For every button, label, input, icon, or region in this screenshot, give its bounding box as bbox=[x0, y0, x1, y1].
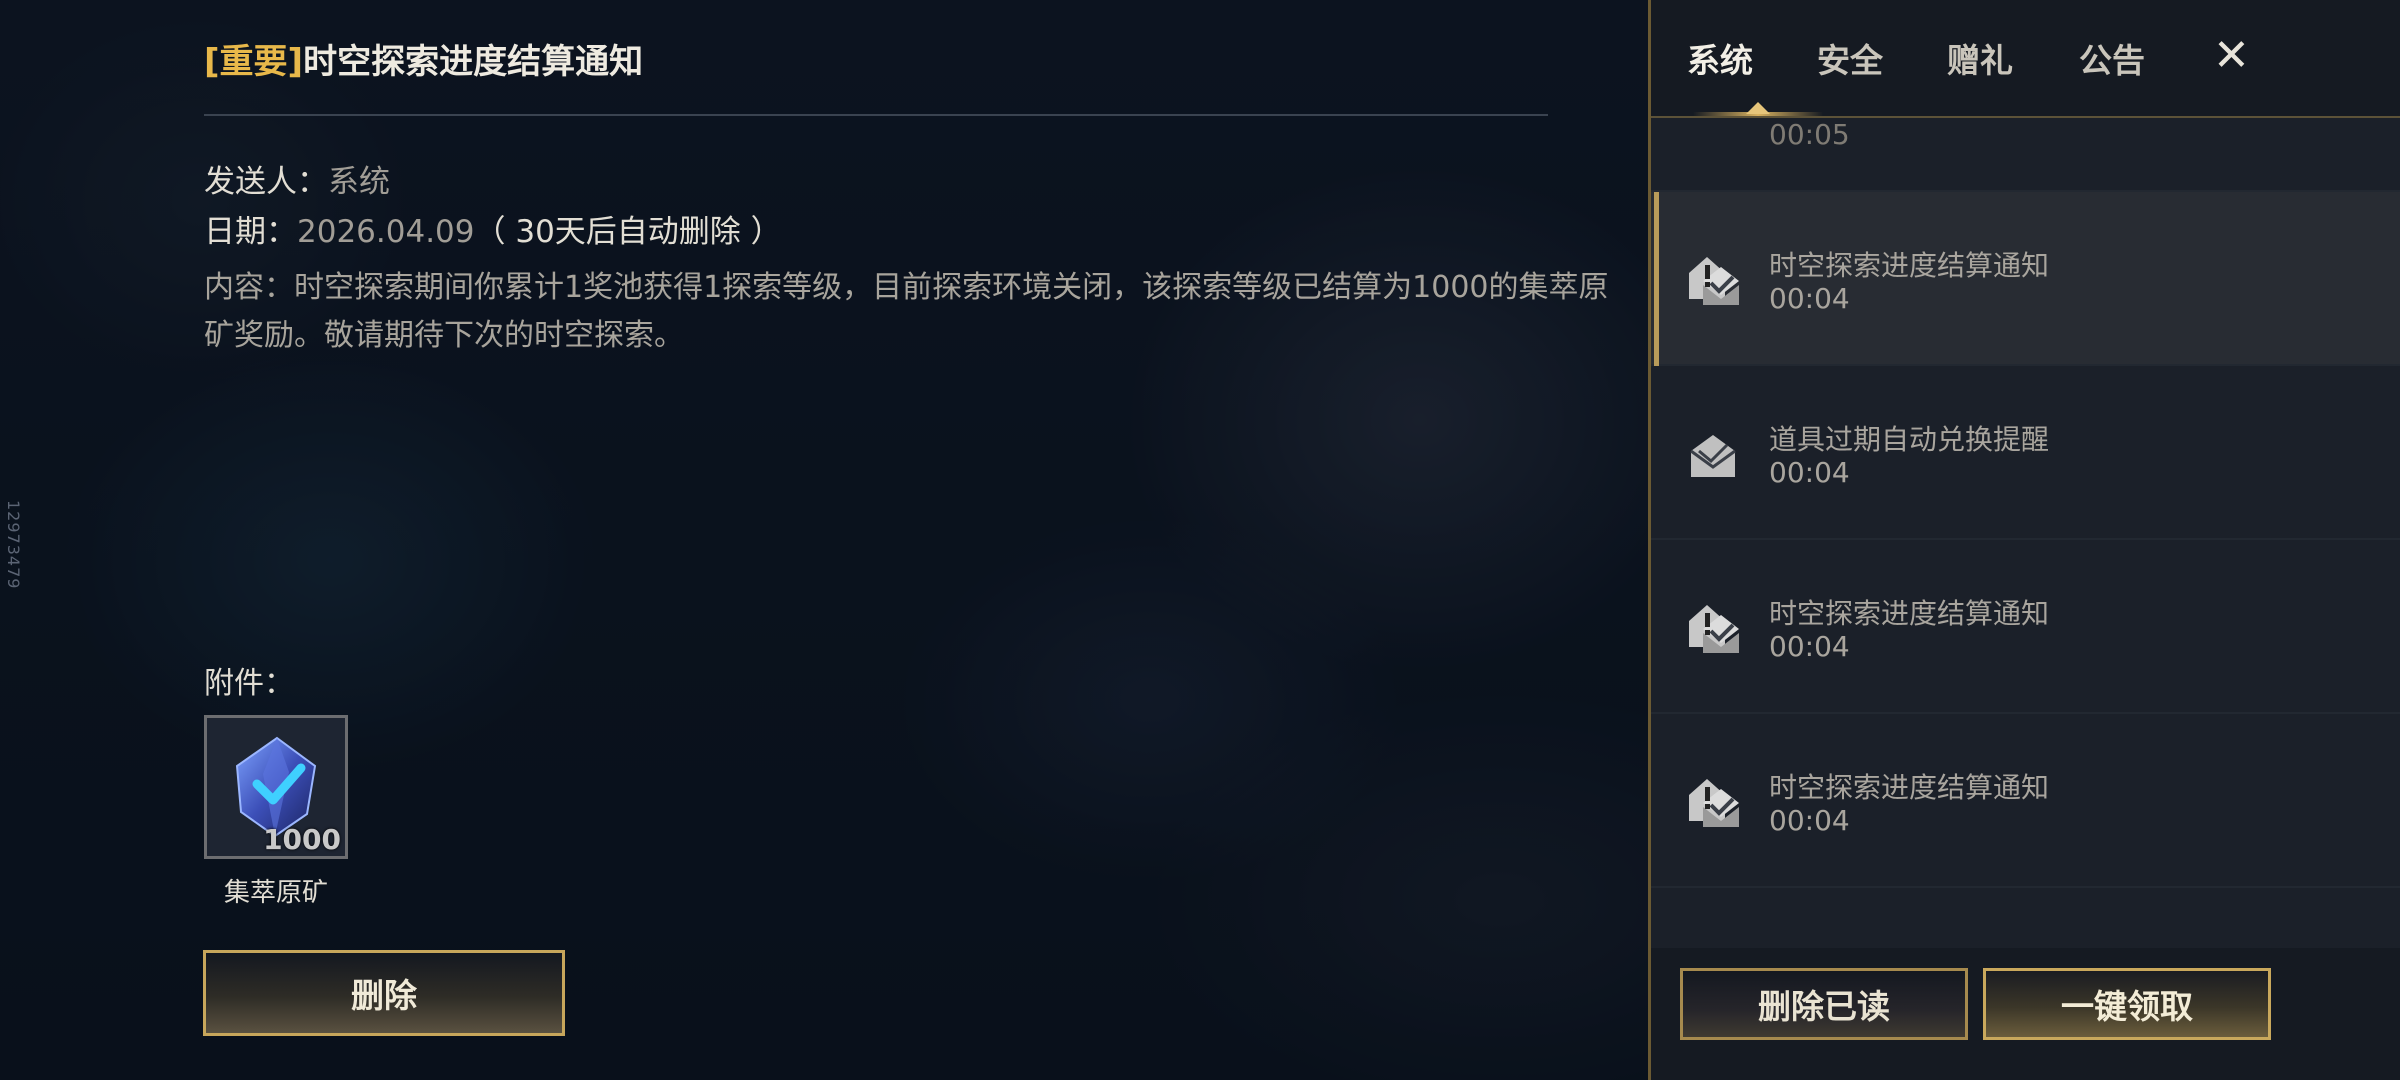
mail-time: 00:04 bbox=[1769, 630, 1850, 663]
mail-list-panel: 系统 安全 赠礼 公告 ✕ 00:05 时空探索进度结算通知 00:04 道具过… bbox=[1648, 0, 2400, 1080]
important-mail-icon bbox=[1689, 257, 1739, 305]
tab-gift[interactable]: 赠礼 bbox=[1947, 34, 2013, 82]
content-label: 内容： bbox=[204, 270, 294, 305]
attachment-count: 1000 bbox=[263, 823, 341, 856]
mail-list-footer: 删除已读 一键领取 bbox=[1651, 948, 2400, 1080]
attachment-item[interactable]: 1000 bbox=[204, 715, 348, 859]
mail-tabs: 系统 安全 赠礼 公告 ✕ bbox=[1651, 0, 2400, 118]
tab-security[interactable]: 安全 bbox=[1817, 34, 1883, 82]
mail-title: 时空探索进度结算通知 bbox=[1769, 249, 2050, 282]
mail-icon bbox=[1690, 435, 1736, 477]
mail-time: 00:04 bbox=[1769, 456, 1850, 489]
auto-delete-note: （ 30天后自动删除 ） bbox=[474, 214, 782, 250]
mail-list[interactable]: 00:05 时空探索进度结算通知 00:04 道具过期自动兑换提醒 00:04 bbox=[1651, 118, 2400, 948]
list-item[interactable]: 时空探索进度结算通知 00:04 bbox=[1651, 540, 2400, 714]
important-mail-icon bbox=[1689, 779, 1739, 827]
attachment-label: 附件： bbox=[204, 666, 294, 701]
important-mail-icon bbox=[1689, 605, 1739, 653]
title-divider bbox=[204, 114, 1548, 116]
attachment-name: 集萃原矿 bbox=[223, 878, 328, 908]
mail-title: 时空探索进度结算通知 bbox=[1769, 597, 2050, 630]
delete-read-button[interactable]: 删除已读 bbox=[1680, 968, 1968, 1040]
active-tab-caret-icon bbox=[1746, 102, 1770, 114]
mail-title: [重要]时空探索进度结算通知 bbox=[204, 34, 643, 83]
mail-time: 00:04 bbox=[1769, 282, 1850, 315]
mail-title-text: 时空探索进度结算通知 bbox=[303, 42, 644, 82]
important-tag: [重要] bbox=[204, 42, 304, 82]
mail-time: 00:04 bbox=[1769, 804, 1850, 837]
list-item[interactable]: 道具过期自动兑换提醒 00:04 bbox=[1651, 366, 2400, 540]
mail-title: 道具过期自动兑换提醒 bbox=[1769, 423, 2050, 456]
close-icon[interactable]: ✕ bbox=[2213, 30, 2250, 81]
delete-button[interactable]: 删除 bbox=[203, 950, 565, 1036]
tab-announcement[interactable]: 公告 bbox=[2079, 34, 2145, 82]
list-item-partial[interactable] bbox=[1651, 888, 2400, 948]
sender-label: 发送人： bbox=[204, 164, 328, 200]
mail-time: 00:05 bbox=[1769, 118, 1850, 151]
date-row: 日期：2026.04.09（ 30天后自动删除 ） bbox=[204, 206, 782, 251]
tab-system[interactable]: 系统 bbox=[1687, 34, 1753, 82]
date-label: 日期： bbox=[204, 214, 297, 250]
list-item-partial[interactable]: 00:05 bbox=[1651, 118, 2400, 192]
mail-detail-panel: [重要]时空探索进度结算通知 发送人：系统 日期：2026.04.09（ 30天… bbox=[0, 0, 1648, 1080]
content-text: 时空探索期间你累计1奖池获得1探索等级，目前探索环境关闭，该探索等级已结算为10… bbox=[204, 270, 1609, 353]
sender-row: 发送人：系统 bbox=[204, 156, 390, 201]
list-item[interactable]: 时空探索进度结算通知 00:04 bbox=[1651, 714, 2400, 888]
sender-value: 系统 bbox=[328, 164, 390, 200]
mail-title: 时空探索进度结算通知 bbox=[1769, 771, 2050, 804]
mail-content: 内容：时空探索期间你累计1奖池获得1探索等级，目前探索环境关闭，该探索等级已结算… bbox=[204, 264, 1624, 360]
claim-all-button[interactable]: 一键领取 bbox=[1983, 968, 2271, 1040]
list-item[interactable]: 时空探索进度结算通知 00:04 bbox=[1651, 192, 2400, 366]
date-value: 2026.04.09 bbox=[297, 214, 475, 250]
